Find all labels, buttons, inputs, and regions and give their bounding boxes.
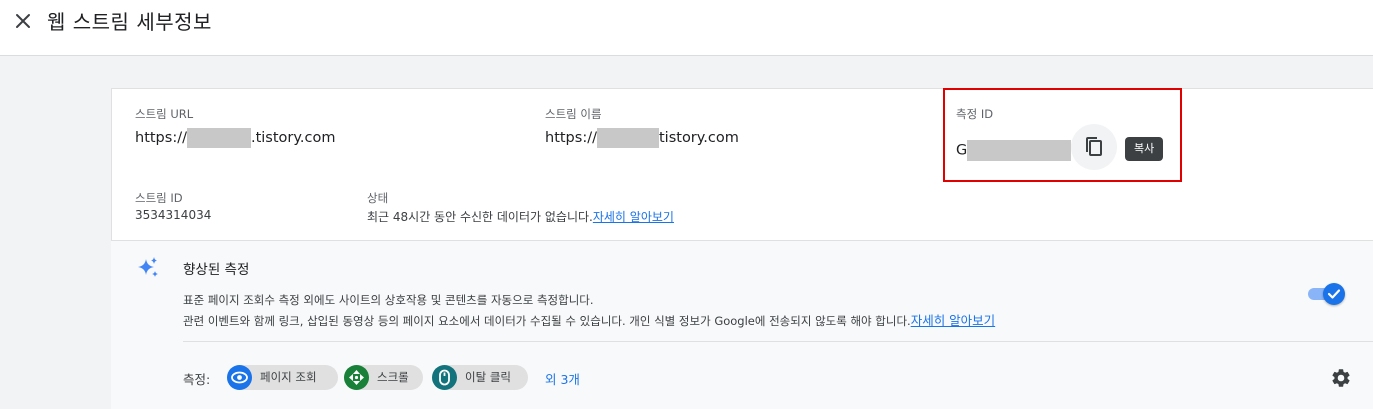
enhanced-desc-line2: 관련 이벤트와 함께 링크, 삽입된 동영상 등의 페이지 요소에서 데이터가 … (183, 313, 996, 328)
status-label: 상태 (367, 191, 389, 205)
status-learn-more-link[interactable]: 자세히 알아보기 (593, 210, 674, 224)
enhanced-measurement-title: 향상된 측정 (183, 262, 250, 278)
enhanced-learn-more-link[interactable]: 자세히 알아보기 (911, 313, 995, 328)
mouse-icon (432, 365, 457, 390)
redacted-block (596, 128, 659, 148)
highlight-box (943, 88, 1182, 182)
measures-label: 측정: (183, 372, 211, 387)
more-measures-link[interactable]: 외 3개 (545, 369, 580, 388)
chip-scroll[interactable]: 스크롤 (344, 365, 423, 390)
chip-page-views[interactable]: 페이지 조회 (227, 365, 338, 390)
stream-id-value: 3534314034 (135, 208, 212, 222)
toggle-knob (1323, 283, 1345, 305)
stream-name-label: 스트림 이름 (545, 107, 602, 121)
chip-outbound-clicks[interactable]: 이탈 클릭 (432, 365, 528, 390)
redacted-block (186, 128, 251, 148)
stream-id-label: 스트림 ID (135, 191, 183, 205)
gear-icon[interactable] (1330, 367, 1352, 393)
top-bar: 웹 스트림 세부정보 (0, 0, 1373, 56)
stream-url-value: https://.tistory.com (135, 128, 336, 148)
close-icon[interactable] (12, 10, 34, 32)
eye-icon (227, 365, 252, 390)
status-value: 최근 48시간 동안 수신한 데이터가 없습니다.자세히 알아보기 (367, 210, 674, 224)
stream-url-label: 스트림 URL (135, 107, 194, 121)
check-icon (1327, 289, 1341, 299)
section-divider (183, 341, 1373, 342)
page-title: 웹 스트림 세부정보 (47, 10, 212, 34)
enhanced-measurement-toggle[interactable] (1308, 283, 1346, 305)
stream-name-value: https://tistory.com (545, 128, 739, 148)
sparkle-icon (136, 256, 160, 284)
scroll-icon (344, 365, 369, 390)
enhanced-desc-line1: 표준 페이지 조회수 측정 외에도 사이트의 상호작용 및 콘텐츠를 자동으로 … (183, 293, 594, 307)
